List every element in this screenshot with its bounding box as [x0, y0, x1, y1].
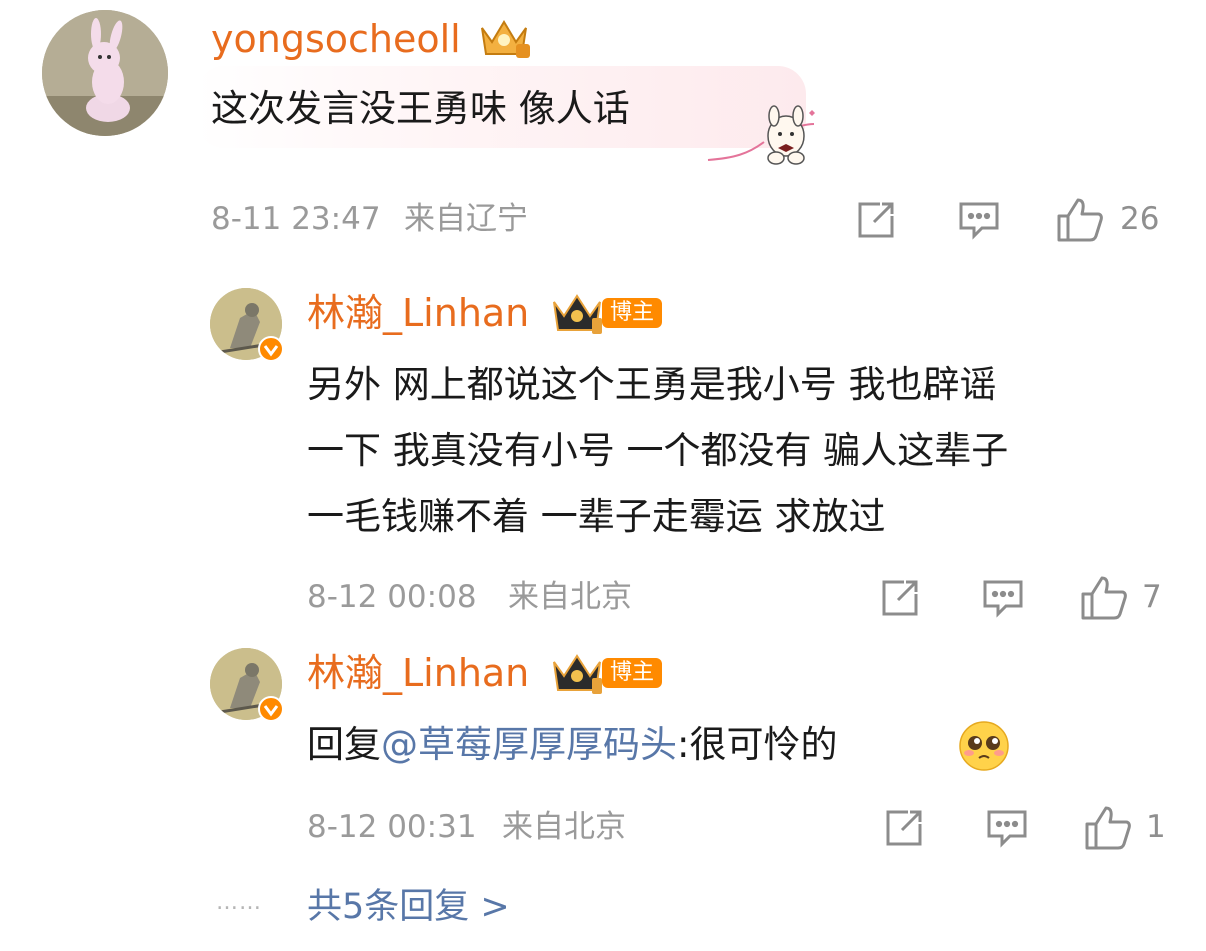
- crown-badge-icon: [550, 650, 604, 696]
- comment-3: 林瀚_Linhan 博主 回复@草莓厚厚厚码头:很可怜的 8-12 00:31 …: [0, 640, 1206, 860]
- comment-line-1: 另外 网上都说这个王勇是我小号 我也辟谣: [307, 363, 997, 406]
- username[interactable]: 林瀚_Linhan: [307, 294, 529, 332]
- username[interactable]: 林瀚_Linhan: [307, 654, 529, 692]
- like-icon[interactable]: [1056, 196, 1104, 244]
- verified-icon: [258, 696, 284, 722]
- comment-text: 这次发言没王勇味 像人话: [211, 87, 630, 130]
- comment-icon[interactable]: [958, 200, 1000, 242]
- comment-line-2: 一下 我真没有小号 一个都没有 骗人这辈子: [307, 429, 1009, 472]
- comment-time: 8-11 23:47: [211, 201, 381, 237]
- user-avatar[interactable]: [42, 10, 168, 136]
- reply-text: 回复@草莓厚厚厚码头:很可怜的: [307, 712, 837, 778]
- verified-icon: [258, 336, 284, 362]
- comment-line-3: 一毛钱赚不着 一辈子走霉运 求放过: [307, 495, 886, 538]
- like-icon[interactable]: [1084, 804, 1132, 852]
- username[interactable]: yongsocheoll: [211, 20, 461, 58]
- like-icon[interactable]: [1080, 574, 1128, 622]
- bunny-sticker-icon: [704, 102, 816, 168]
- blogger-badge: 博主: [602, 658, 663, 688]
- comment-1: yongsocheoll 这次发言没王勇味 像人话 8-11 23:47 来自辽…: [0, 0, 1206, 260]
- comment-icon[interactable]: [982, 578, 1024, 620]
- reply-body: :很可怜的: [677, 723, 838, 766]
- bunny-avatar-image: [42, 10, 168, 136]
- comment-time: 8-12 00:08: [307, 579, 477, 615]
- crown-badge-icon: [476, 14, 532, 60]
- share-icon[interactable]: [884, 808, 924, 848]
- more-replies-link[interactable]: 共5条回复 >: [307, 890, 510, 925]
- like-count: 7: [1142, 579, 1162, 615]
- crown-badge-icon: [550, 290, 604, 336]
- comment-location: 来自北京: [502, 809, 626, 845]
- pleading-emoji-icon: [958, 720, 1010, 772]
- share-icon[interactable]: [856, 200, 896, 240]
- reply-prefix: 回复: [307, 723, 381, 766]
- like-count: 26: [1120, 201, 1160, 237]
- comment-location: 来自辽宁: [404, 201, 528, 237]
- mention-link[interactable]: @草莓厚厚厚码头: [381, 723, 677, 766]
- dots-separator: ……: [216, 890, 262, 915]
- share-icon[interactable]: [880, 578, 920, 618]
- comment-time: 8-12 00:31: [307, 809, 477, 845]
- comment-2: 林瀚_Linhan 博主 另外 网上都说这个王勇是我小号 我也辟谣 一下 我真没…: [0, 280, 1206, 630]
- comment-location: 来自北京: [508, 579, 632, 615]
- blogger-badge: 博主: [602, 298, 663, 328]
- like-count: 1: [1146, 809, 1166, 845]
- comment-icon[interactable]: [986, 808, 1028, 850]
